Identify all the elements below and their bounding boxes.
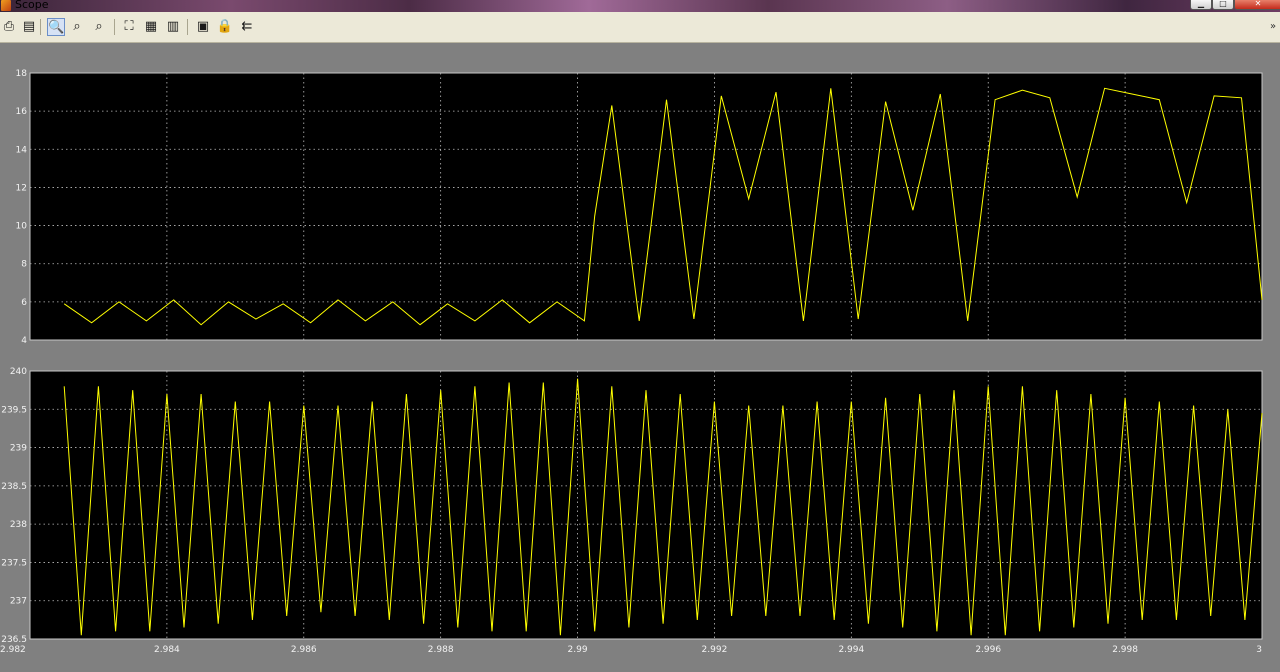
- y-tick-label: 238: [10, 520, 27, 530]
- x-tick-label: 2.982: [0, 645, 26, 655]
- toolbar-separator: [187, 19, 188, 35]
- y-tick-label: 6: [21, 298, 27, 308]
- title-bar: Scope ▁ □ ✕: [0, 0, 1280, 12]
- floating-scope-icon[interactable]: ▣: [194, 18, 212, 36]
- y-tick-label: 16: [16, 107, 28, 117]
- parameters-icon[interactable]: ▤: [20, 18, 38, 36]
- toolbar-separator: [114, 19, 115, 35]
- scope-plots: 4 6 8 10 12 14 16 18 236.5 237 237.5 238 238.5 239 239…: [0, 69, 1263, 655]
- x-tick-label: 2.996: [975, 645, 1001, 655]
- y-tick-label: 240: [10, 367, 27, 377]
- toolbar-overflow-chevron[interactable]: »: [1270, 21, 1276, 32]
- close-button[interactable]: ✕: [1234, 0, 1280, 10]
- x-tick-label: 2.998: [1112, 645, 1138, 655]
- maximize-button[interactable]: □: [1212, 0, 1234, 10]
- save-axes-icon[interactable]: ▦: [142, 18, 160, 36]
- y-tick-label: 18: [16, 69, 28, 79]
- x-tick-label: 2.994: [838, 645, 864, 655]
- print-icon[interactable]: ⎙: [0, 18, 18, 36]
- x-tick-label: 2.986: [291, 645, 317, 655]
- minimize-button[interactable]: ▁: [1190, 0, 1212, 10]
- signal-selector-icon[interactable]: ⇇: [238, 18, 256, 36]
- y-tick-label: 10: [16, 222, 28, 232]
- y-tick-label: 237.5: [1, 558, 27, 568]
- toolbar-separator: [40, 19, 41, 35]
- y-tick-label: 14: [16, 145, 28, 155]
- scope-display: 4 6 8 10 12 14 16 18 236.5 237 237.5 238 238.5 239 239…: [0, 43, 1280, 672]
- scope-toolbar: ⎙ ▤ 🔍 ⌕ ⌕ ⛶ ▦ ▥ ▣ 🔒 ⇇ »: [0, 12, 1280, 43]
- x-tick-label: 2.99: [568, 645, 588, 655]
- y-tick-label: 237: [10, 597, 27, 607]
- restore-axes-icon[interactable]: ▥: [164, 18, 182, 36]
- zoom-y-icon[interactable]: ⌕: [90, 18, 108, 36]
- lock-axes-icon[interactable]: 🔒: [216, 18, 234, 36]
- zoom-icon[interactable]: 🔍: [47, 18, 65, 36]
- window-title: Scope: [15, 0, 49, 11]
- plot-area-2: [29, 370, 1263, 640]
- y-tick-label: 12: [16, 183, 27, 193]
- x-tick-label: 3: [1256, 645, 1262, 655]
- y-tick-label: 8: [21, 260, 27, 270]
- plot-area-1: [29, 72, 1263, 341]
- y-tick-label: 239: [10, 444, 27, 454]
- x-tick-label: 2.984: [154, 645, 180, 655]
- y-tick-label: 4: [21, 336, 27, 346]
- x-tick-label: 2.988: [428, 645, 454, 655]
- zoom-x-icon[interactable]: ⌕: [68, 18, 86, 36]
- matlab-app-icon: [1, 0, 11, 11]
- y-tick-label: 236.5: [1, 635, 27, 645]
- y-tick-label: 238.5: [1, 482, 27, 492]
- y-tick-label: 239.5: [1, 405, 27, 415]
- x-tick-label: 2.992: [702, 645, 728, 655]
- autoscale-icon[interactable]: ⛶: [120, 18, 138, 36]
